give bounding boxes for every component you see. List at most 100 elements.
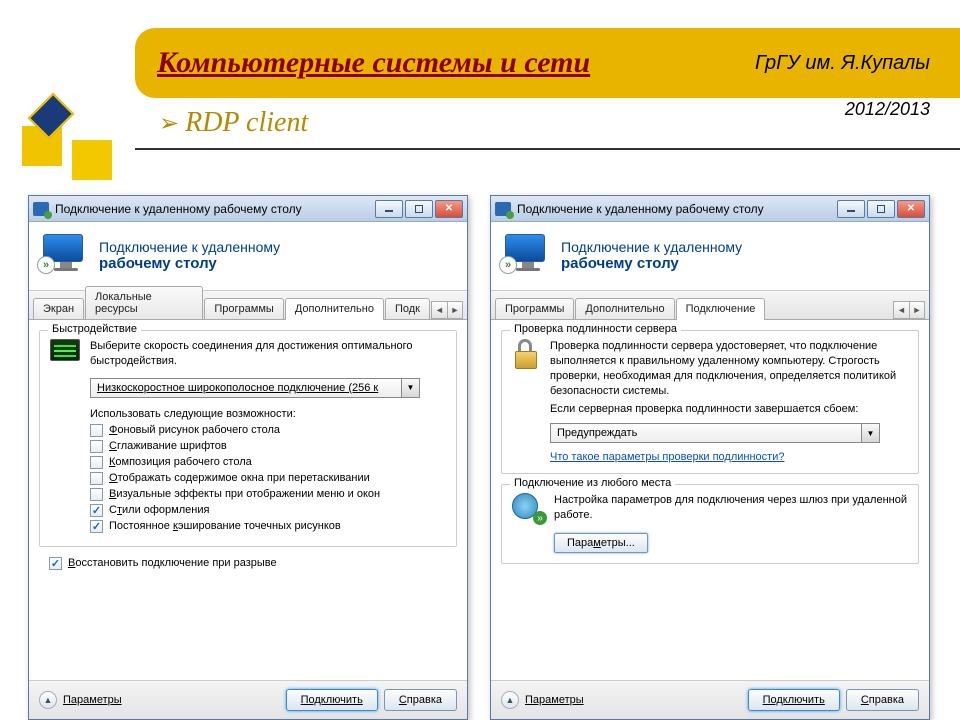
connection-speed-dropdown[interactable]: Низкоскоростное широкополосное подключен… [90, 378, 420, 398]
gateway-group-label: Подключение из любого места [510, 477, 675, 489]
tabs-left: Экран Локальные ресурсы Программы Дополн… [29, 290, 467, 320]
server-auth-group-label: Проверка подлинности сервера [510, 323, 681, 335]
gateway-group: Подключение из любого места » Настройка … [501, 484, 919, 564]
chevron-down-icon[interactable]: ▼ [402, 378, 420, 398]
header-line1: Подключение к удаленному [99, 239, 280, 255]
slide-title: Компьютерные системы и сети [157, 46, 590, 80]
tab-display[interactable]: Экран [33, 298, 84, 319]
header-line1: Подключение к удаленному [561, 239, 742, 255]
perf-check-label: Стили оформления [109, 504, 209, 516]
collapse-options-button[interactable]: ▲ [39, 691, 57, 709]
perf-check-label: Фоновый рисунок рабочего стола [109, 424, 280, 436]
checkbox-icon [90, 440, 103, 453]
dialog-footer: ▲ Параметры Подключить Справка [491, 680, 929, 719]
gateway-desc: Настройка параметров для подключения чер… [554, 493, 908, 523]
perf-check-label: Отображать содержимое окна при перетаски… [109, 472, 370, 484]
maximize-button[interactable] [405, 200, 433, 218]
slide-header: Компьютерные системы и сети ➢ RDP client… [0, 0, 960, 165]
rdp-window-advanced: Подключение к удаленному рабочему столу … [28, 195, 468, 720]
academic-year: 2012/2013 [755, 99, 930, 120]
minimize-button[interactable] [375, 200, 403, 218]
collapse-options-button[interactable]: ▲ [501, 691, 519, 709]
chevron-right-icon: ➢ [159, 109, 179, 138]
perf-check-4[interactable]: Визуальные эффекты при отображении меню … [90, 488, 446, 501]
titlebar[interactable]: Подключение к удаленному рабочему столу … [491, 196, 929, 222]
reconnect-checkbox[interactable]: Восстановить подключение при разрыве [49, 557, 457, 570]
perf-check-label: Композиция рабочего стола [109, 456, 252, 468]
tab-programs[interactable]: Программы [204, 298, 283, 319]
close-button[interactable]: ✕ [897, 200, 925, 218]
auth-fail-dropdown[interactable]: Предупреждать ▼ [550, 423, 880, 443]
tab-scroll-left[interactable]: ◄ [431, 301, 447, 319]
tab-scroll-right[interactable]: ► [909, 301, 925, 319]
tab-content-connection: Проверка подлинности сервера Проверка по… [491, 320, 929, 680]
tab-content-advanced: Быстродействие Выберите скорость соедине… [29, 320, 467, 680]
window-title: Подключение к удаленному рабочему столу [55, 202, 375, 216]
header-line2: рабочему столу [561, 255, 742, 272]
perf-check-3[interactable]: Отображать содержимое окна при перетаски… [90, 472, 446, 485]
tab-scroll: ◄ ► [431, 301, 463, 319]
header-banner: » Подключение к удаленному рабочему стол… [491, 222, 929, 290]
lock-icon [512, 339, 540, 369]
globe-icon: » [512, 493, 544, 523]
app-icon [495, 202, 511, 216]
server-auth-fail-label: Если серверная проверка подлинности заве… [550, 402, 908, 417]
help-button[interactable]: Справка [846, 689, 919, 711]
perf-check-label: Сглаживание шрифтов [109, 440, 227, 452]
perf-check-label: Постоянное кэширование точечных рисунков [109, 520, 341, 532]
rdp-window-connection: Подключение к удаленному рабочему столу … [490, 195, 930, 720]
header-banner: » Подключение к удаленному рабочему стол… [29, 222, 467, 290]
app-icon [33, 202, 49, 216]
tab-advanced[interactable]: Дополнительно [575, 298, 674, 319]
titlebar[interactable]: Подключение к удаленному рабочему столу … [29, 196, 467, 222]
performance-desc: Выберите скорость соединения для достиже… [90, 339, 446, 370]
performance-group-label: Быстродействие [48, 323, 141, 335]
reconnect-label: Восстановить подключение при разрыве [68, 557, 277, 569]
tabs-right: Программы Дополнительно Подключение ◄ ► [491, 290, 929, 320]
monitor-icon: » [43, 234, 89, 276]
help-button[interactable]: Справка [384, 689, 457, 711]
auth-fail-value: Предупреждать [550, 423, 862, 443]
server-auth-desc: Проверка подлинности сервера удостоверяе… [550, 339, 908, 398]
tab-advanced[interactable]: Дополнительно [285, 298, 384, 320]
performance-sublabel: Использовать следующие возможности: [90, 408, 446, 420]
connect-button[interactable]: Подключить [286, 689, 378, 711]
slide-subtitle: RDP client [185, 107, 308, 139]
server-auth-group: Проверка подлинности сервера Проверка по… [501, 330, 919, 474]
minimize-button[interactable] [837, 200, 865, 218]
performance-icon [50, 339, 80, 361]
options-label[interactable]: Параметры [63, 694, 280, 706]
tab-scroll-left[interactable]: ◄ [893, 301, 909, 319]
header-line2: рабочему столу [99, 255, 280, 272]
perf-check-6[interactable]: Постоянное кэширование точечных рисунков [90, 520, 446, 533]
performance-group: Быстродействие Выберите скорость соедине… [39, 330, 457, 547]
connect-button[interactable]: Подключить [748, 689, 840, 711]
auth-help-link[interactable]: Что такое параметры проверки подлинности… [550, 451, 784, 463]
connection-speed-value: Низкоскоростное широкополосное подключен… [90, 378, 402, 398]
close-button[interactable]: ✕ [435, 200, 463, 218]
chevron-down-icon[interactable]: ▼ [862, 423, 880, 443]
checkbox-icon [90, 520, 103, 533]
checkbox-icon [90, 472, 103, 485]
dialog-footer: ▲ Параметры Подключить Справка [29, 680, 467, 719]
perf-check-5[interactable]: Стили оформления [90, 504, 446, 517]
options-label[interactable]: Параметры [525, 694, 742, 706]
checkbox-icon [90, 456, 103, 469]
monitor-icon: » [505, 234, 551, 276]
tab-connection[interactable]: Подключение [676, 298, 766, 320]
tab-local-resources[interactable]: Локальные ресурсы [85, 286, 203, 319]
tab-scroll: ◄ ► [893, 301, 925, 319]
checkbox-icon [90, 488, 103, 501]
tab-programs[interactable]: Программы [495, 298, 574, 319]
tab-scroll-right[interactable]: ► [447, 301, 463, 319]
slide-meta: ГрГУ им. Я.Купалы 2012/2013 [755, 52, 930, 120]
perf-check-label: Визуальные эффекты при отображении меню … [109, 488, 380, 500]
gateway-params-button[interactable]: Параметры... [554, 533, 648, 553]
perf-check-1[interactable]: Сглаживание шрифтов [90, 440, 446, 453]
checkbox-icon [49, 557, 62, 570]
tab-connect-partial[interactable]: Подк [385, 298, 430, 319]
perf-check-2[interactable]: Композиция рабочего стола [90, 456, 446, 469]
maximize-button[interactable] [867, 200, 895, 218]
perf-check-0[interactable]: Фоновый рисунок рабочего стола [90, 424, 446, 437]
checkbox-icon [90, 424, 103, 437]
